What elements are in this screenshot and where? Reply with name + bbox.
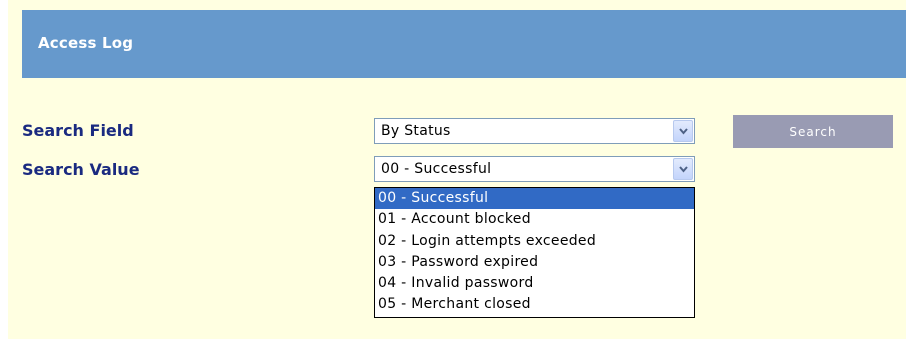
- search-value-selected-value: 00 - Successful: [381, 161, 492, 177]
- search-field-selected-value: By Status: [381, 123, 451, 139]
- dropdown-option[interactable]: 02 - Login attempts exceeded: [375, 231, 694, 252]
- search-field-select[interactable]: By Status: [374, 118, 695, 144]
- search-field-label: Search Field: [22, 121, 134, 140]
- search-value-options-list: 00 - Successful 01 - Account blocked 02 …: [374, 187, 695, 318]
- page-title: Access Log: [38, 34, 134, 52]
- search-field-dropdown-button[interactable]: [673, 120, 693, 142]
- search-value-dropdown-button[interactable]: [673, 158, 693, 180]
- dropdown-option[interactable]: 00 - Successful: [375, 188, 694, 210]
- dropdown-option[interactable]: 03 - Password expired: [375, 252, 694, 273]
- dropdown-option[interactable]: 01 - Account blocked: [375, 209, 694, 230]
- dropdown-option[interactable]: 05 - Merchant closed: [375, 294, 694, 315]
- search-value-label: Search Value: [22, 160, 140, 179]
- chevron-down-icon: [679, 128, 688, 135]
- dropdown-option[interactable]: 04 - Invalid password: [375, 273, 694, 294]
- search-value-select[interactable]: 00 - Successful: [374, 156, 695, 182]
- page-header: Access Log: [22, 10, 906, 78]
- chevron-down-icon: [679, 166, 688, 173]
- search-button[interactable]: Search: [733, 115, 893, 148]
